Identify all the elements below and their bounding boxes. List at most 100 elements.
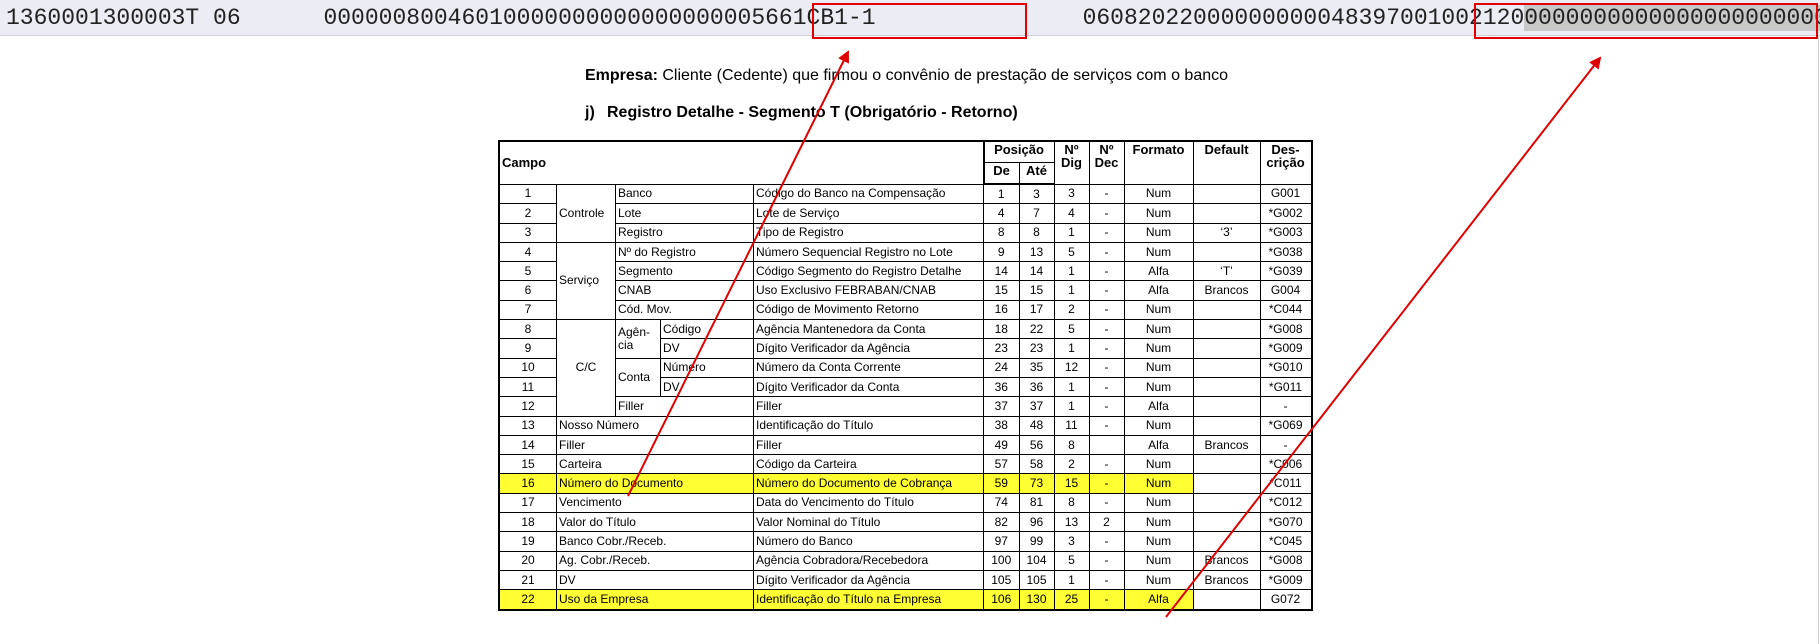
pos-de: 4 [983, 203, 1020, 224]
pos-de: 24 [983, 357, 1020, 378]
row-number: 2 [498, 203, 557, 224]
field-description: Lote de Serviço [753, 203, 984, 224]
pos-de: 100 [983, 550, 1020, 571]
row-number: 7 [498, 299, 557, 321]
col-campo: Campo [498, 140, 985, 185]
n-dec: - [1088, 531, 1125, 552]
pos-de: 8 [983, 222, 1020, 243]
field-name: Segmento [615, 261, 754, 282]
field-name: Código [660, 319, 754, 340]
n-dig: 5 [1053, 319, 1090, 340]
row-number: 14 [498, 434, 557, 456]
pos-ate: 22 [1018, 319, 1055, 340]
table-row-highlighted: 16 Número do Documento Número do Documen… [498, 473, 1312, 494]
n-dec: - [1088, 319, 1125, 340]
section-heading: j) Registro Detalhe - Segmento T (Obrigat… [585, 104, 1018, 122]
n-dec: - [1088, 280, 1125, 301]
formato: Num [1123, 492, 1194, 514]
default [1192, 589, 1261, 611]
formato: Alfa [1123, 280, 1194, 301]
n-dec: - [1088, 569, 1125, 591]
formato: Num [1123, 454, 1194, 475]
default [1192, 454, 1261, 475]
field-name: Número [660, 357, 754, 378]
row-number: 8 [498, 319, 557, 340]
window-edge-divider [1818, 36, 1819, 644]
default [1192, 473, 1261, 494]
table-header-row-1: Campo Posição Nº Dig Nº Dec Formato Defaul… [498, 140, 1312, 185]
formato: Alfa [1123, 434, 1194, 456]
n-dig: 1 [1053, 261, 1090, 282]
field-name: Carteira [556, 454, 754, 475]
formato: Num [1123, 550, 1194, 571]
field-description: Código Segmento do Registro Detalhe [753, 261, 984, 282]
table-row: 15 Carteira Código da Carteira 57 58 2 -… [498, 454, 1312, 475]
segment-t-table: Campo Posição Nº Dig Nº Dec Formato Defaul… [498, 140, 1313, 611]
field-name: Filler [615, 396, 754, 417]
col-ate: Até [1018, 162, 1055, 185]
pos-ate: 36 [1018, 376, 1055, 398]
row-number: 4 [498, 241, 557, 263]
table-row: 12 Filler Filler 37 37 1 - Alfa - [498, 396, 1312, 417]
field-name: Uso da Empresa [556, 589, 754, 611]
field-description: Filler [753, 396, 984, 417]
field-description: Número Sequencial Registro no Lote [753, 241, 984, 263]
descricao: G004 [1259, 280, 1312, 301]
table-row: 7 Cód. Mov. Código de Movimento Retorno … [498, 299, 1312, 321]
descricao: *G002 [1259, 203, 1312, 224]
pos-ate: 58 [1018, 454, 1055, 475]
field-description: Código da Carteira [753, 454, 984, 475]
field-name: Lote [615, 203, 754, 224]
n-dec: - [1088, 183, 1125, 205]
field-description: Agência Mantenedora da Conta [753, 319, 984, 340]
pos-ate: 130 [1018, 589, 1055, 611]
n-dig: 2 [1053, 454, 1090, 475]
col-descricao: Des-crição [1259, 140, 1312, 185]
field-description: Data do Vencimento do Título [753, 492, 984, 514]
n-dig: 5 [1053, 241, 1090, 263]
n-dec: - [1088, 261, 1125, 282]
descricao: *G009 [1259, 338, 1312, 359]
field-description: Identificação do Título na Empresa [753, 589, 984, 611]
raw-middle: 06082022000000000048397001002120 [1082, 5, 1525, 31]
default: Brancos [1192, 569, 1261, 591]
n-dig: 15 [1053, 473, 1090, 494]
default [1192, 299, 1261, 321]
table-row: 10 Conta Número Número da Conta Corrente… [498, 357, 1312, 398]
n-dig: 1 [1053, 569, 1090, 591]
default [1192, 319, 1261, 340]
descricao: G072 [1259, 589, 1312, 611]
pos-de: 38 [983, 415, 1020, 436]
col-n-dig-bottom: Dig [1061, 155, 1082, 170]
default: ‘3’ [1192, 222, 1261, 243]
table-row: 5 Segmento Código Segmento do Registro D… [498, 261, 1312, 282]
n-dig: 1 [1053, 222, 1090, 243]
default: Brancos [1192, 550, 1261, 571]
pos-de: 59 [983, 473, 1020, 494]
field-description: Uso Exclusivo FEBRABAN/CNAB [753, 280, 984, 301]
pos-ate: 23 [1018, 338, 1055, 359]
field-name: DV [556, 569, 754, 591]
default [1192, 203, 1261, 224]
pos-ate: 104 [1018, 550, 1055, 571]
formato: Num [1123, 357, 1194, 378]
group-conta: Conta [615, 357, 661, 398]
table-row: 2 Lote Lote de Serviço 4 7 4 - Num *G002 [498, 203, 1312, 224]
field-description: Código de Movimento Retorno [753, 299, 984, 321]
row-number: 11 [498, 376, 557, 398]
descricao: *C012 [1259, 492, 1312, 514]
descricao: *G003 [1259, 222, 1312, 243]
row-number: 13 [498, 415, 557, 436]
pos-ate: 13 [1018, 241, 1055, 263]
field-description: Filler [753, 434, 984, 456]
default: Brancos [1192, 280, 1261, 301]
n-dec: - [1088, 338, 1125, 359]
highlight-box-uso-empresa [1474, 3, 1818, 39]
pos-de: 36 [983, 376, 1020, 398]
pos-de: 9 [983, 241, 1020, 263]
pos-ate: 81 [1018, 492, 1055, 514]
descricao: *C045 [1259, 531, 1312, 552]
descricao: *G038 [1259, 241, 1312, 263]
pos-ate: 56 [1018, 434, 1055, 456]
row-number: 12 [498, 396, 557, 417]
